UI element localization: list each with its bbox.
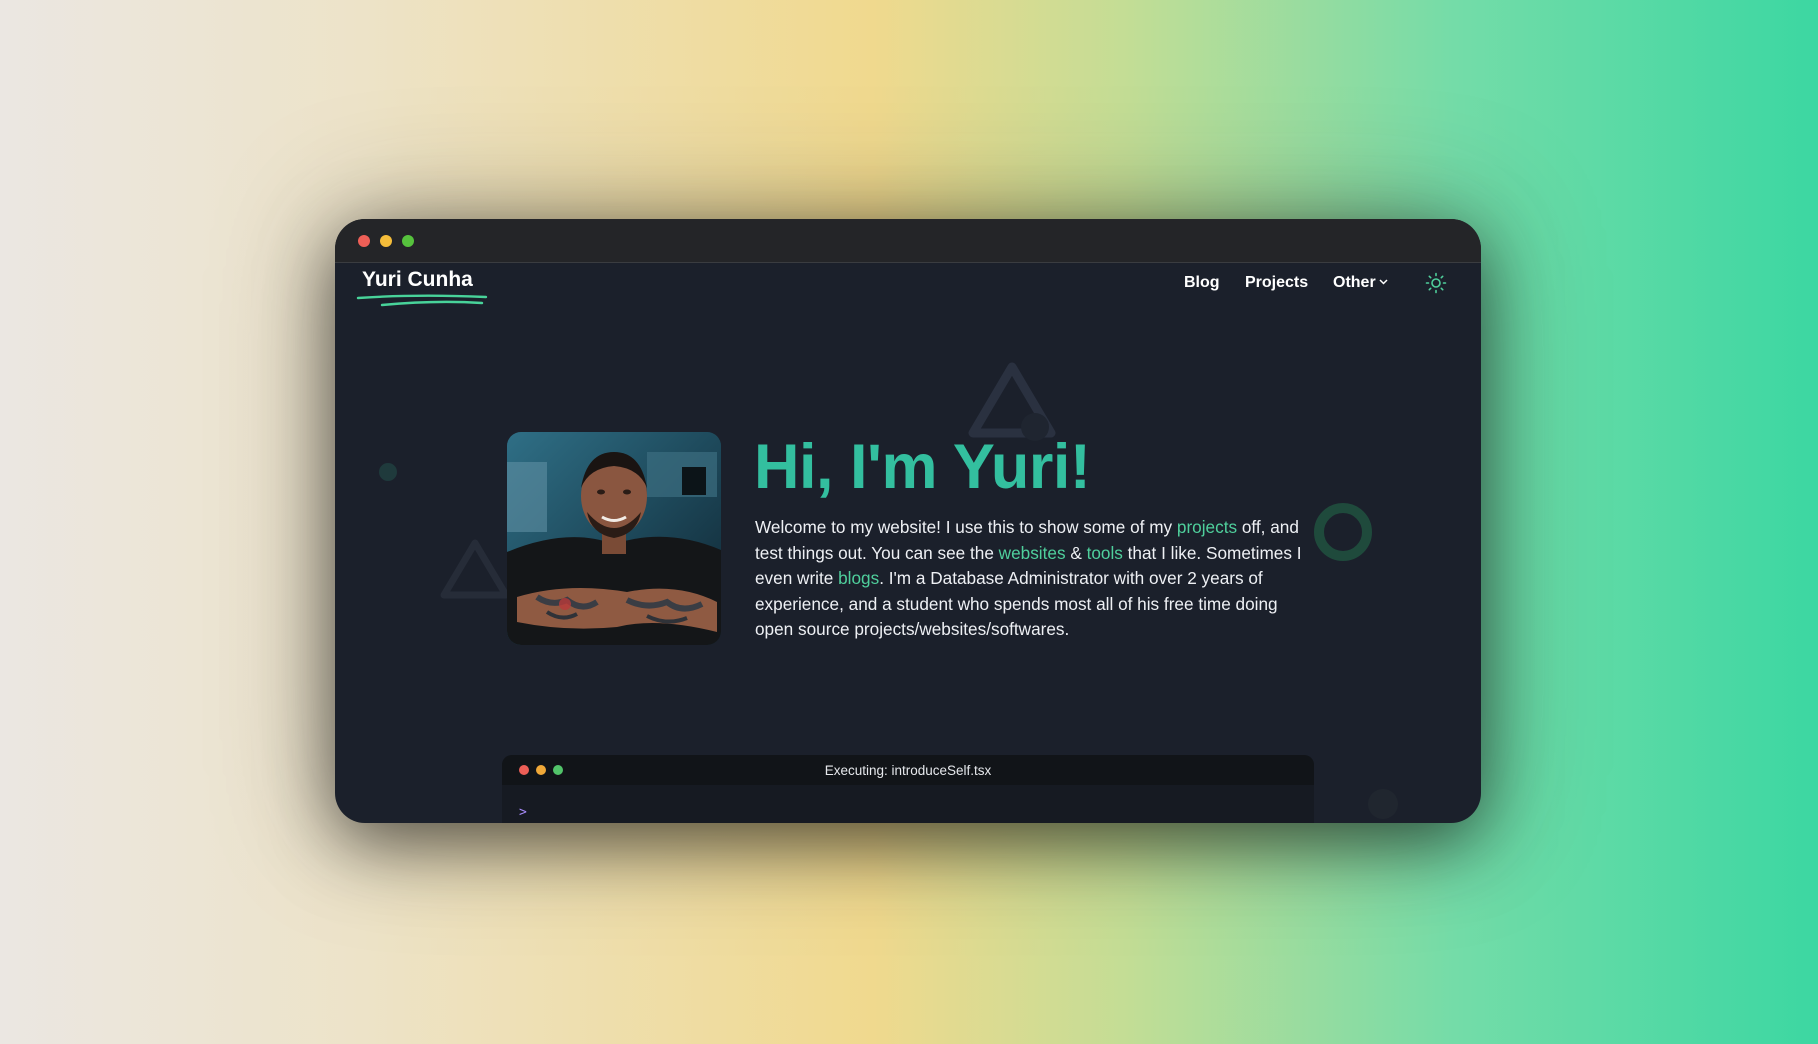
nav-other-dropdown[interactable]: Other <box>1333 274 1388 292</box>
intro-text-1: Welcome to my website! I use this to sho… <box>755 517 1177 537</box>
nav-projects-link[interactable]: Projects <box>1245 274 1308 292</box>
sun-icon[interactable] <box>1425 272 1447 294</box>
terminal-titlebar: Executing: introduceSelf.tsx <box>502 755 1314 785</box>
intro-text-3: & <box>1065 542 1087 563</box>
circle-shape-icon <box>379 463 397 481</box>
site-brand[interactable]: Yuri Cunha <box>362 268 473 292</box>
websites-link[interactable]: websites <box>999 543 1066 563</box>
maximize-window-button[interactable] <box>402 235 414 247</box>
hero-intro-text: Welcome to my website! I use this to sho… <box>755 515 1320 643</box>
window-titlebar <box>335 219 1481 263</box>
profile-photo <box>507 432 721 645</box>
projects-link[interactable]: projects <box>1177 517 1237 537</box>
brand-underline-icon <box>356 294 488 307</box>
terminal-prompt: > <box>519 805 527 820</box>
minimize-window-button[interactable] <box>380 235 392 247</box>
triangle-shape-icon <box>440 539 510 599</box>
browser-window: Yuri Cunha Blog Projects Other Hi, I'm Y… <box>335 219 1481 823</box>
terminal-title: Executing: introduceSelf.tsx <box>824 763 992 778</box>
close-window-button[interactable] <box>358 235 370 247</box>
circle-shape-icon <box>1368 789 1398 819</box>
chevron-down-icon <box>1379 279 1388 285</box>
blogs-link[interactable]: blogs <box>838 568 879 588</box>
nav-blog-link[interactable]: Blog <box>1184 274 1220 292</box>
terminal-panel: Executing: introduceSelf.tsx > <box>502 755 1314 823</box>
nav-other-label: Other <box>1333 274 1376 291</box>
avatar-illustration <box>507 432 721 645</box>
tools-link[interactable]: tools <box>1087 543 1123 563</box>
hero-title: Hi, I'm Yuri! <box>754 432 1091 502</box>
